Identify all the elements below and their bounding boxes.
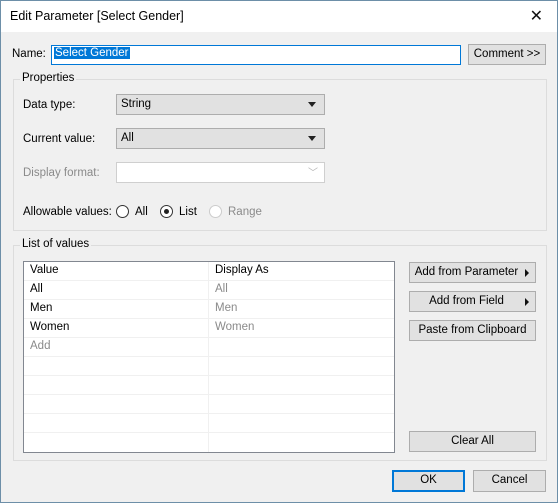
name-label: Name: [12, 48, 46, 60]
submenu-arrow-icon [525, 298, 529, 306]
name-input[interactable]: Select Gender [51, 45, 461, 65]
add-from-parameter-label: Add from Parameter [414, 266, 519, 278]
table-row-empty [24, 414, 394, 433]
table-header: Value Display As [24, 262, 394, 281]
table-row-empty [24, 357, 394, 376]
radio-range-label: Range [228, 206, 262, 218]
values-table[interactable]: Value Display As All All Men Men Women W… [23, 261, 395, 453]
table-row[interactable]: Women Women [24, 319, 394, 338]
cell-display-as[interactable]: Women [215, 321, 254, 333]
dialog-title: Edit Parameter [Select Gender] [10, 9, 184, 23]
ok-button[interactable]: OK [392, 470, 465, 492]
radio-all[interactable] [116, 205, 129, 218]
table-row-empty [24, 376, 394, 395]
dropdown-arrow-icon [308, 102, 316, 107]
allowable-values-label: Allowable values: [23, 206, 112, 218]
paste-from-clipboard-button[interactable]: Paste from Clipboard [409, 320, 536, 341]
current-value-value: All [121, 132, 134, 144]
cell-display-as[interactable]: All [215, 283, 228, 295]
cell-value[interactable]: All [30, 283, 43, 295]
chevron-down-icon: ﹀ [308, 168, 318, 179]
cell-display-as[interactable]: Men [215, 302, 237, 314]
clear-all-button[interactable]: Clear All [409, 431, 536, 452]
table-row[interactable]: All All [24, 281, 394, 300]
current-value-select[interactable]: All [116, 128, 325, 149]
column-header-display-as: Display As [215, 264, 269, 276]
radio-list-label[interactable]: List [179, 206, 197, 218]
properties-group-title: Properties [20, 72, 77, 84]
submenu-arrow-icon [525, 269, 529, 277]
display-format-label: Display format: [23, 167, 100, 179]
add-from-field-label: Add from Field [429, 295, 504, 307]
radio-all-label[interactable]: All [135, 206, 148, 218]
data-type-value: String [121, 98, 152, 110]
radio-range [209, 205, 222, 218]
list-of-values-group-title: List of values [20, 238, 92, 250]
cell-value[interactable]: Men [30, 302, 52, 314]
dropdown-arrow-icon [308, 136, 316, 141]
cancel-button[interactable]: Cancel [473, 470, 546, 492]
data-type-label: Data type: [23, 99, 76, 111]
add-row-placeholder[interactable]: Add [30, 340, 50, 352]
table-row-empty [24, 395, 394, 414]
add-from-field-button[interactable]: Add from Field [409, 291, 536, 312]
column-header-value: Value [30, 264, 59, 276]
radio-list[interactable] [160, 205, 173, 218]
close-icon[interactable]: ✕ [530, 6, 543, 26]
current-value-label: Current value: [23, 133, 96, 145]
display-format-select: ﹀ [116, 162, 325, 183]
edit-parameter-dialog: Edit Parameter [Select Gender] ✕ Name: S… [0, 0, 558, 503]
cell-value[interactable]: Women [30, 321, 69, 333]
name-input-value: Select Gender [54, 47, 130, 59]
data-type-select[interactable]: String [116, 94, 325, 115]
table-row-add[interactable]: Add [24, 338, 394, 357]
comment-button[interactable]: Comment >> [468, 44, 546, 65]
table-row[interactable]: Men Men [24, 300, 394, 319]
add-from-parameter-button[interactable]: Add from Parameter [409, 262, 536, 283]
title-bar: Edit Parameter [Select Gender] ✕ [1, 1, 557, 32]
